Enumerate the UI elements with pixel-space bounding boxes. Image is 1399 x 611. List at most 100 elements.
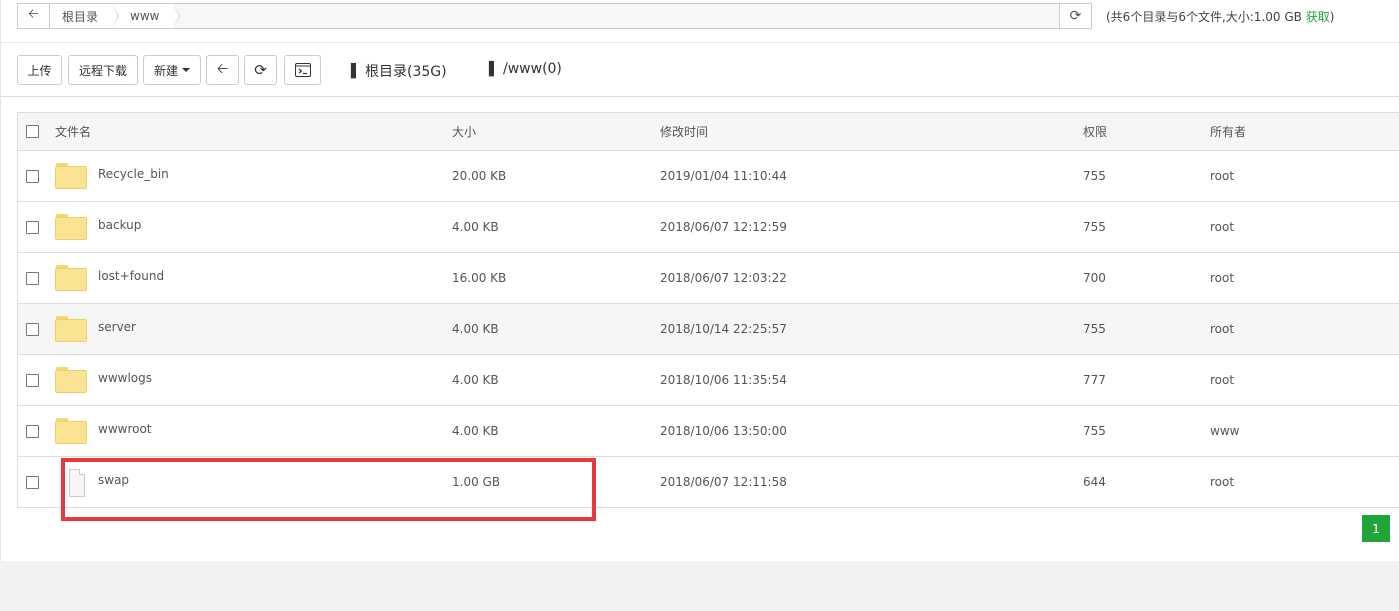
caret-down-icon — [182, 68, 190, 72]
table-row[interactable]: wwwroot 4.00 KB 2018/10/06 13:50:00 755 www — [18, 406, 1399, 457]
table-row[interactable]: backup 4.00 KB 2018/06/07 12:12:59 755 root — [18, 202, 1399, 253]
header-name[interactable]: 文件名 — [55, 113, 91, 150]
size-cell: 4.00 KB — [452, 322, 499, 336]
size-cell: 4.00 KB — [452, 220, 499, 234]
path-bar: 🡠 根目录 www ⟳ — [17, 3, 1092, 29]
file-name-link[interactable]: server — [98, 320, 136, 334]
new-dropdown-button[interactable]: 新建 — [143, 55, 201, 85]
row-select-cell — [26, 355, 39, 405]
table-row[interactable]: server 4.00 KB 2018/10/14 22:25:57 755 root — [18, 304, 1399, 355]
size-cell: 20.00 KB — [452, 169, 507, 183]
row-select-cell — [26, 151, 39, 201]
pagination-page-button[interactable]: 1 — [1362, 515, 1390, 542]
modified-time-cell: 2018/10/06 11:35:54 — [660, 373, 787, 387]
name-cell: Recycle_bin — [55, 151, 169, 201]
table-row[interactable]: wwwlogs 4.00 KB 2018/10/06 11:35:54 777 root — [18, 355, 1399, 406]
upload-button[interactable]: 上传 — [17, 55, 62, 85]
modified-time-cell: 2018/06/07 12:03:22 — [660, 271, 787, 285]
table-header: 文件名 大小 修改时间 权限 所有者 — [18, 113, 1399, 151]
remote-download-label: 远程下载 — [78, 63, 127, 78]
owner-cell[interactable]: root — [1210, 304, 1234, 354]
name-cell: wwwlogs — [55, 355, 152, 405]
row-checkbox[interactable] — [26, 322, 39, 336]
row-checkbox[interactable] — [26, 373, 39, 387]
file-name-link[interactable]: lost+found — [98, 269, 164, 283]
file-name-link[interactable]: wwwroot — [98, 422, 152, 436]
arrow-left-icon: 🡠 — [216, 61, 229, 77]
select-all-cell — [26, 113, 39, 150]
owner-cell[interactable]: root — [1210, 457, 1234, 507]
arrow-left-icon: 🡠 — [28, 7, 39, 22]
divider — [1, 42, 1399, 43]
file-name-link[interactable]: Recycle_bin — [98, 167, 169, 181]
file-manager-panel: 🡠 根目录 www ⟳ (共6个目录与6个文件,大小:1.00 GB 获取) 上… — [0, 0, 1399, 561]
row-checkbox[interactable] — [26, 169, 39, 183]
row-checkbox[interactable] — [26, 475, 39, 489]
terminal-button[interactable] — [284, 55, 321, 85]
permission-cell[interactable]: 755 — [1083, 304, 1106, 354]
hdd-icon: ▌ — [489, 61, 499, 77]
permission-cell[interactable]: 755 — [1083, 406, 1106, 456]
refresh-button[interactable]: ⟳ — [244, 55, 277, 85]
row-select-cell — [26, 406, 39, 456]
back-button[interactable]: 🡠 — [206, 55, 239, 85]
row-checkbox[interactable] — [26, 271, 39, 285]
owner-cell[interactable]: root — [1210, 202, 1234, 252]
row-select-cell — [26, 253, 39, 303]
directory-summary: (共6个目录与6个文件,大小:1.00 GB 获取) — [1106, 8, 1334, 25]
path-input[interactable] — [173, 4, 1059, 28]
row-checkbox[interactable] — [26, 424, 39, 438]
permission-cell[interactable]: 755 — [1083, 202, 1106, 252]
refresh-icon: ⟳ — [254, 61, 267, 79]
permission-cell[interactable]: 777 — [1083, 355, 1106, 405]
file-name-link[interactable]: backup — [98, 218, 141, 232]
header-size[interactable]: 大小 — [452, 113, 476, 150]
modified-time-cell: 2018/10/06 13:50:00 — [660, 424, 787, 438]
owner-cell[interactable]: www — [1210, 406, 1239, 456]
permission-cell[interactable]: 755 — [1083, 151, 1106, 201]
breadcrumb: 根目录 www — [50, 4, 181, 28]
owner-cell[interactable]: root — [1210, 253, 1234, 303]
path-refresh-button[interactable]: ⟳ — [1059, 4, 1091, 28]
disk-root[interactable]: ▌ 根目录(35G) — [351, 61, 447, 81]
size-cell: 4.00 KB — [452, 424, 499, 438]
owner-cell[interactable]: root — [1210, 151, 1234, 201]
header-time[interactable]: 修改时间 — [660, 113, 708, 150]
remote-download-button[interactable]: 远程下载 — [68, 55, 138, 85]
disk-www-label: /www(0) — [503, 61, 562, 77]
file-table: 文件名 大小 修改时间 权限 所有者 Recycle_bin 20.00 KB 20… — [17, 112, 1399, 508]
owner-cell[interactable]: root — [1210, 355, 1234, 405]
permission-cell[interactable]: 700 — [1083, 253, 1106, 303]
get-size-link[interactable]: 获取 — [1306, 10, 1330, 24]
permission-cell[interactable]: 644 — [1083, 457, 1106, 507]
folder-icon — [55, 214, 87, 240]
new-label: 新建 — [153, 63, 178, 78]
row-checkbox[interactable] — [26, 220, 39, 234]
folder-icon — [55, 418, 87, 444]
upload-label: 上传 — [27, 63, 52, 78]
name-cell: backup — [55, 202, 141, 252]
row-select-cell — [26, 457, 39, 507]
row-select-cell — [26, 202, 39, 252]
select-all-checkbox[interactable] — [26, 125, 39, 138]
table-row[interactable]: lost+found 16.00 KB 2018/06/07 12:03:22 700… — [18, 253, 1399, 304]
size-cell: 16.00 KB — [452, 271, 507, 285]
table-row[interactable]: Recycle_bin 20.00 KB 2019/01/04 11:10:44 75… — [18, 151, 1399, 202]
modified-time-cell: 2019/01/04 11:10:44 — [660, 169, 787, 183]
modified-time-cell: 2018/06/07 12:11:58 — [660, 475, 787, 489]
modified-time-cell: 2018/06/07 12:12:59 — [660, 220, 787, 234]
header-permission[interactable]: 权限 — [1083, 113, 1107, 150]
file-name-link[interactable]: wwwlogs — [98, 371, 152, 385]
name-cell: server — [55, 304, 136, 354]
breadcrumb-root[interactable]: 根目录 — [50, 4, 120, 28]
path-back-button[interactable]: 🡠 — [18, 4, 50, 28]
folder-icon — [55, 316, 87, 342]
breadcrumb-www[interactable]: www — [112, 4, 181, 28]
modified-time-cell: 2018/10/14 22:25:57 — [660, 322, 787, 336]
folder-icon — [55, 367, 87, 393]
annotation-highlight-box — [61, 458, 596, 521]
row-select-cell — [26, 304, 39, 354]
table-body: Recycle_bin 20.00 KB 2019/01/04 11:10:44 75… — [18, 151, 1399, 508]
disk-www[interactable]: ▌ /www(0) — [489, 61, 562, 77]
header-owner[interactable]: 所有者 — [1210, 113, 1246, 150]
